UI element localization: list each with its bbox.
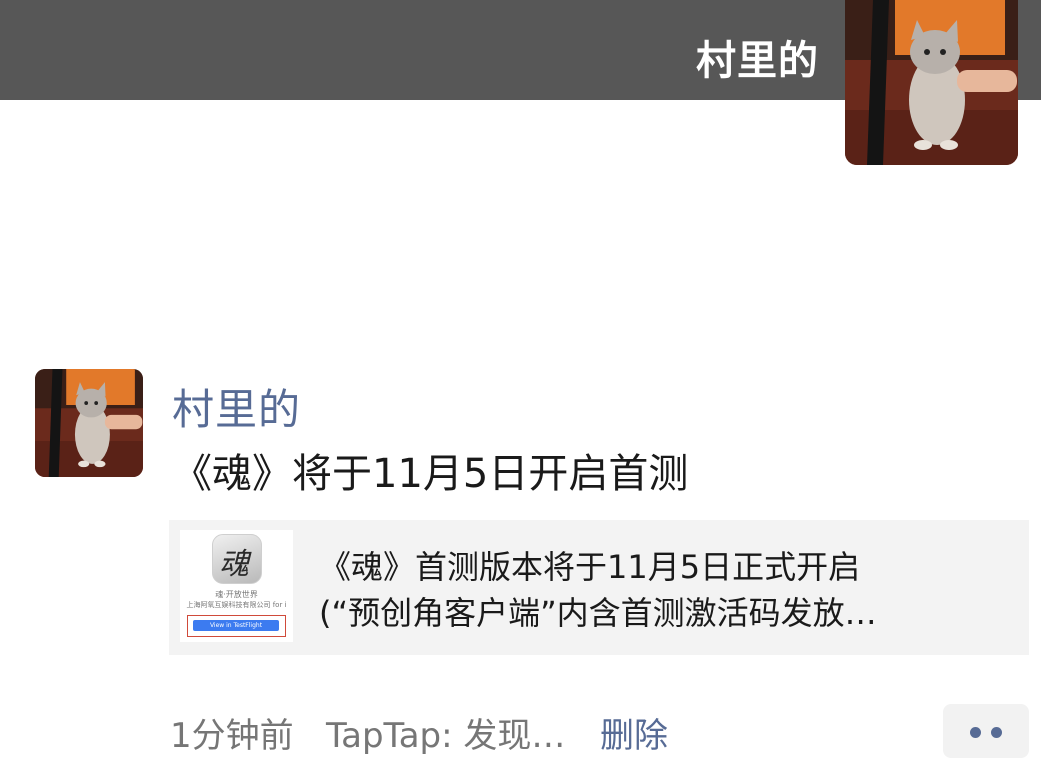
link-thumbnail: 魂 魂·开放世界 上海阿氧互娱科技有限公司 for i View in Test… bbox=[180, 530, 293, 642]
link-card-title-line2: (“预创角客户端”内含首测激活码发放… bbox=[319, 594, 877, 632]
post-source[interactable]: TapTap: 发现… bbox=[326, 708, 565, 757]
game-app-icon: 魂 bbox=[212, 534, 262, 584]
two-dots-icon bbox=[970, 727, 981, 738]
thumb-highlight-box: View in TestFlight bbox=[187, 615, 286, 637]
link-card-title-line1: 《魂》首测版本将于11月5日正式开启 bbox=[319, 548, 861, 586]
link-card-title: 《魂》首测版本将于11月5日正式开启 (“预创角客户端”内含首测激活码发放… bbox=[319, 544, 999, 636]
post-author-name[interactable]: 村里的 bbox=[172, 376, 301, 437]
shared-link-card[interactable]: 魂 魂·开放世界 上海阿氧互娱科技有限公司 for i View in Test… bbox=[169, 520, 1029, 655]
post-time: 1分钟前 bbox=[170, 716, 294, 756]
delete-link[interactable]: 删除 bbox=[600, 708, 668, 757]
thumb-company: 上海阿氧互娱科技有限公司 for i bbox=[186, 601, 287, 609]
more-actions-button[interactable] bbox=[943, 704, 1029, 758]
thumb-testflight-button: View in TestFlight bbox=[193, 620, 279, 631]
app-icon-glyph: 魂 bbox=[219, 547, 249, 582]
cover-user-name: 村里的 bbox=[696, 38, 819, 84]
two-dots-icon bbox=[991, 727, 1002, 738]
thumb-app-name: 魂·开放世界 bbox=[215, 590, 258, 599]
post-text: 《魂》将于11月5日开启首测 bbox=[172, 451, 689, 497]
cat-photo-avatar-icon bbox=[845, 0, 1018, 165]
cover-avatar[interactable] bbox=[845, 0, 1018, 165]
post-author-avatar[interactable] bbox=[35, 369, 143, 477]
cat-photo-avatar-icon bbox=[35, 369, 143, 477]
